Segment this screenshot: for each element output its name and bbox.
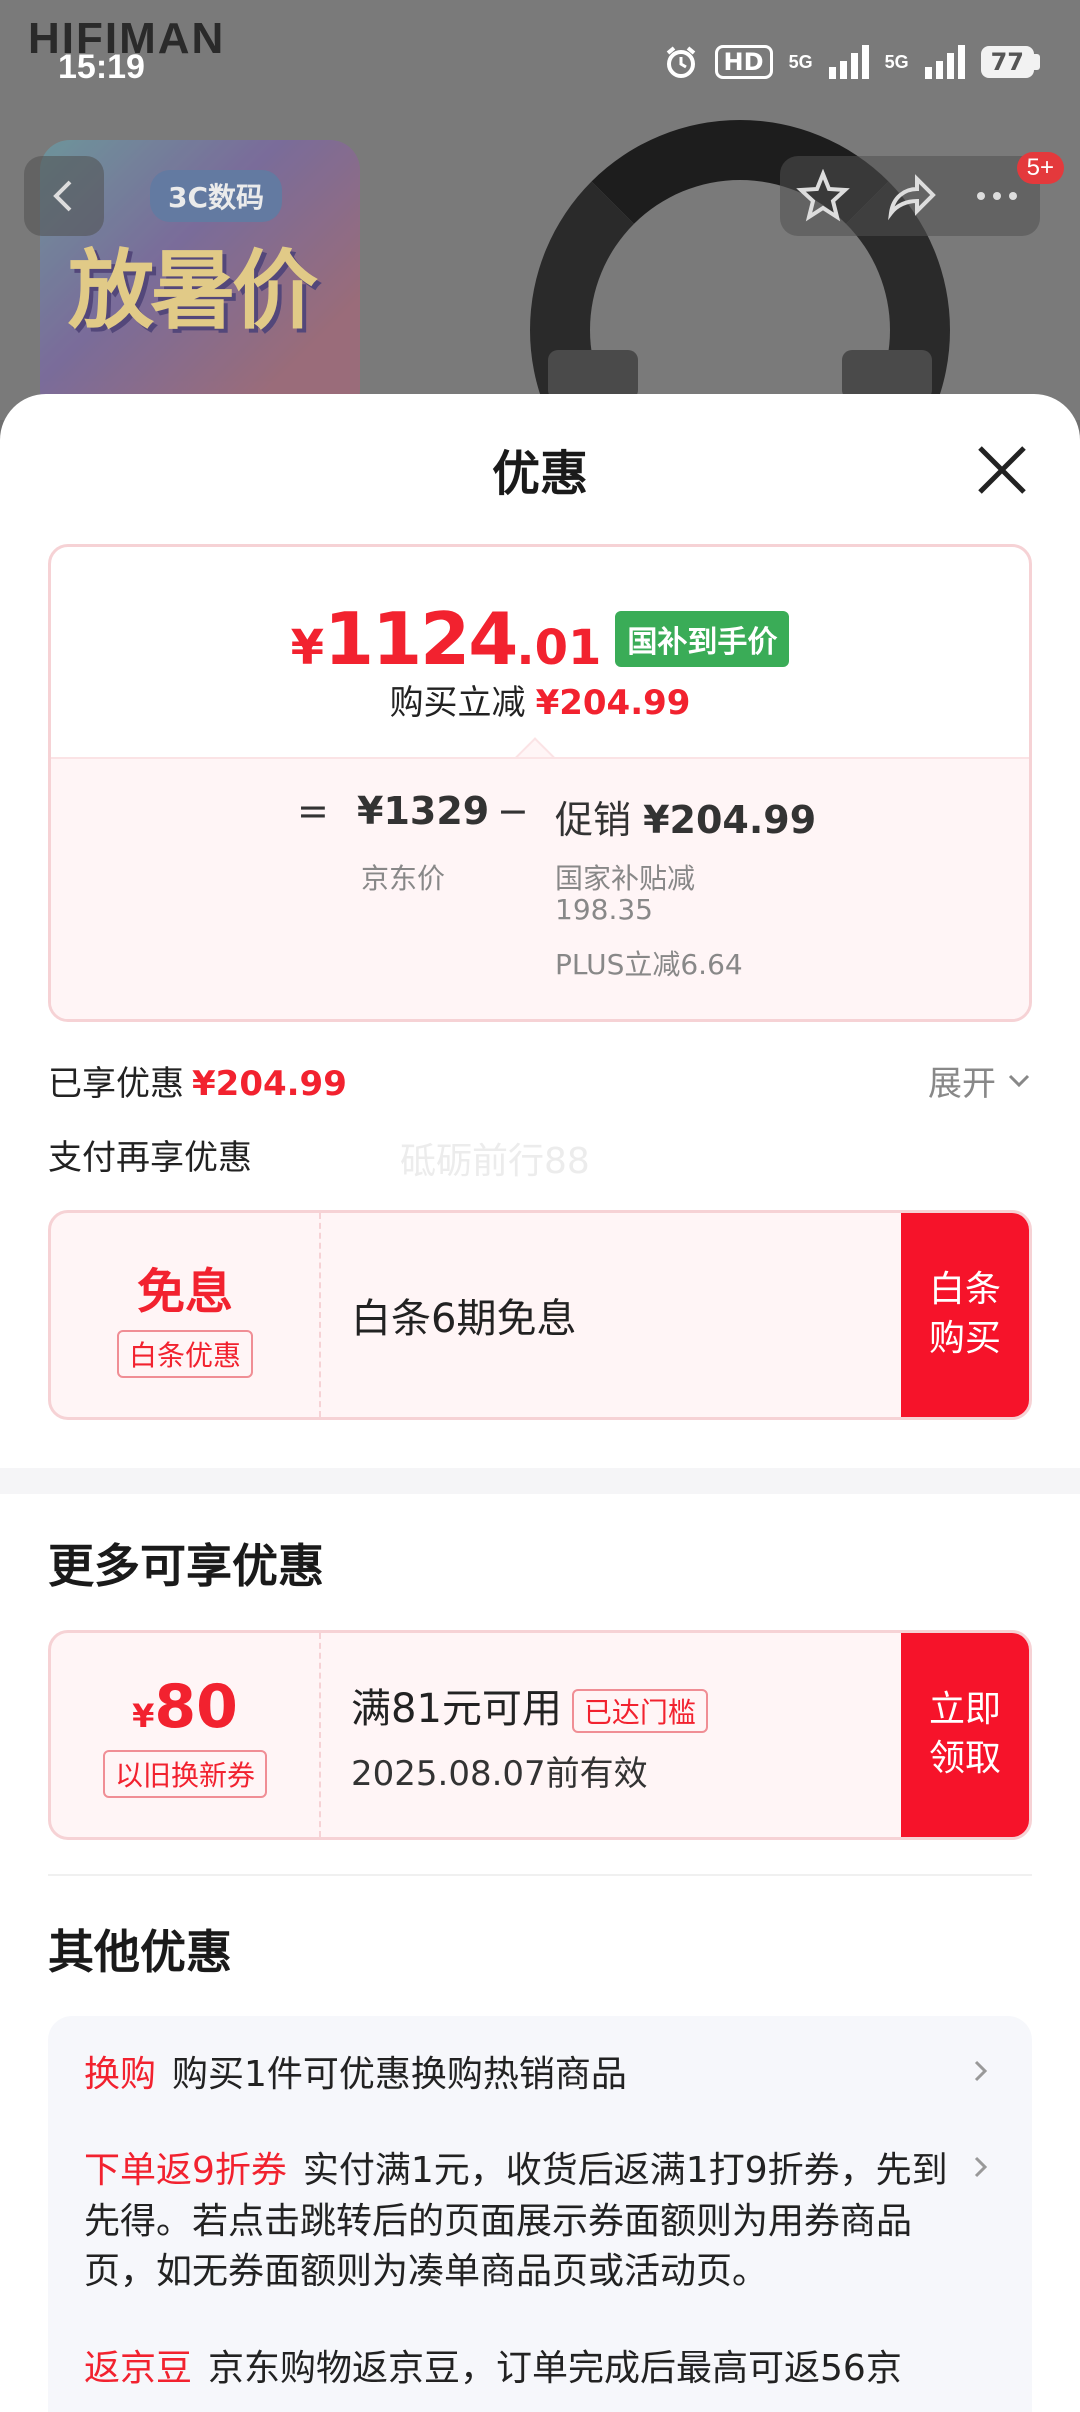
enjoyed-discount-value: ¥204.99 (192, 1064, 347, 1104)
product-image-detail (548, 350, 638, 400)
expand-button[interactable]: 展开 (928, 1056, 1032, 1105)
share-icon[interactable] (883, 169, 937, 223)
baitiao-buy-button[interactable]: 白条 购买 (901, 1213, 1029, 1417)
coupon-left: ¥80 以旧换新券 (51, 1633, 321, 1837)
promo-art-chip: 3C数码 (150, 170, 283, 222)
gov-subsidy-value: 198.35 (555, 893, 653, 926)
price-breakdown: = ¥1329 − 促销 ¥204.99 京东价 国家补贴减 198.35 PL… (51, 757, 1029, 1019)
baitiao-tag: 白条优惠 (116, 1330, 253, 1378)
final-price: ¥1124.01 国补到手价 (51, 597, 1029, 681)
promo-amount: 促销 ¥204.99 (555, 798, 817, 842)
more-offers-title: 更多可享优惠 (48, 1539, 324, 1593)
sheet-title: 优惠 (491, 446, 588, 502)
offer-label: 下单返9折券 (84, 2150, 287, 2192)
product-image-detail (842, 350, 932, 400)
final-price-value: ¥1124.01 (290, 597, 602, 681)
coupon-tag: 以旧换新券 (102, 1750, 267, 1798)
discount-sheet: 优惠 ¥1124.01 国补到手价 购买立减 ¥204.99 = ¥1329 − … (0, 394, 1080, 2412)
offer-text: 京东购物返京豆，订单完成后最高可返56京 (208, 2347, 902, 2389)
gov-subsidy-tag: 国补到手价 (615, 611, 790, 667)
pay-more-title: 支付再享优惠 (48, 1138, 252, 1178)
chevron-right-icon (974, 2157, 988, 2178)
favorite-star-icon[interactable] (796, 169, 851, 223)
coupon-middle: 满81元可用 已达门槛 2025.08.07前有效 (351, 1633, 708, 1837)
signal-icon (924, 45, 965, 79)
section-gap (0, 1468, 1080, 1494)
threshold-tag: 已达门槛 (571, 1688, 708, 1733)
jd-price: ¥1329 (357, 789, 490, 833)
more-icon[interactable] (970, 169, 1024, 223)
price-summary-card: ¥1124.01 国补到手价 购买立减 ¥204.99 = ¥1329 − 促销 … (48, 544, 1032, 1022)
signal-5g-label: 5G (884, 51, 909, 72)
message-badge: 5+ (1016, 152, 1064, 184)
header-actions (780, 156, 1040, 236)
chevron-right-icon (974, 2060, 988, 2082)
coupon-condition: 满81元可用 已达门槛 (351, 1676, 708, 1734)
purchase-discount: 购买立减 ¥204.99 (389, 683, 691, 723)
signal-icon (828, 45, 869, 79)
other-offers-list: 换购 购买1件可优惠换购热销商品 下单返9折券 实付满1元，收货后返满1打9折券，先… (48, 2016, 1032, 2412)
baitiao-middle: 白条6期免息 (351, 1213, 576, 1417)
other-offers-title: 其他优惠 (48, 1925, 232, 1979)
trade-in-coupon-card: ¥80 以旧换新券 满81元可用 已达门槛 2025.08.07前有效 立即 领取 (48, 1630, 1032, 1840)
other-offer-item[interactable]: 返京豆 京东购物返京豆，订单完成后最高可返56京 (84, 2344, 996, 2394)
other-offer-item[interactable]: 下单返9折券 实付满1元，收货后返满1打9折券，先到先得。若点击跳转后的页面展示券… (84, 2146, 996, 2297)
back-arrow-icon (53, 180, 72, 212)
price-summary-top: ¥1124.01 国补到手价 购买立减 ¥204.99 (51, 547, 1029, 757)
other-offer-item[interactable]: 换购 购买1件可优惠换购热销商品 (84, 2050, 996, 2100)
baitiao-text: 白条6期免息 (351, 1296, 577, 1342)
baitiao-offer-card: 免息 白条优惠 白条6期免息 白条 购买 (48, 1210, 1032, 1420)
plus-discount-label: PLUS立减6.64 (555, 948, 743, 981)
status-bar: 15:19 HD 5G 5G 77 (0, 0, 1080, 100)
enjoyed-discount-row: 已享优惠 ¥204.99 展开 (48, 1056, 1032, 1106)
signal-5g-label: 5G (788, 51, 813, 72)
coupon-expiry: 2025.08.07前有效 (351, 1753, 648, 1794)
back-button[interactable] (24, 156, 104, 236)
offer-label: 换购 (84, 2054, 157, 2095)
claim-coupon-button[interactable]: 立即 领取 (901, 1633, 1029, 1837)
watermark: 砥砺前行88 (400, 1141, 590, 1182)
offer-label: 返京豆 (84, 2347, 193, 2389)
hd-icon: HD (714, 45, 773, 79)
alarm-icon (666, 46, 695, 78)
gov-subsidy-label: 国家补贴减 (555, 862, 696, 895)
baitiao-left: 免息 白条优惠 (51, 1213, 321, 1417)
battery-icon: 77 (980, 46, 1040, 78)
status-icons: HD 5G 5G 77 (663, 44, 1040, 80)
interest-free-label: 免息 (136, 1264, 233, 1320)
status-time: 15:19 (58, 48, 145, 86)
promo-art-text: 放暑价 (68, 241, 318, 341)
section-divider (48, 1874, 1032, 1876)
offer-text: 购买1件可优惠换购热销商品 (172, 2054, 627, 2095)
jd-price-label: 京东价 (361, 862, 446, 895)
coupon-amount: ¥80 (132, 1672, 238, 1742)
chevron-down-icon (1008, 1074, 1030, 1087)
close-icon[interactable] (972, 440, 1032, 500)
